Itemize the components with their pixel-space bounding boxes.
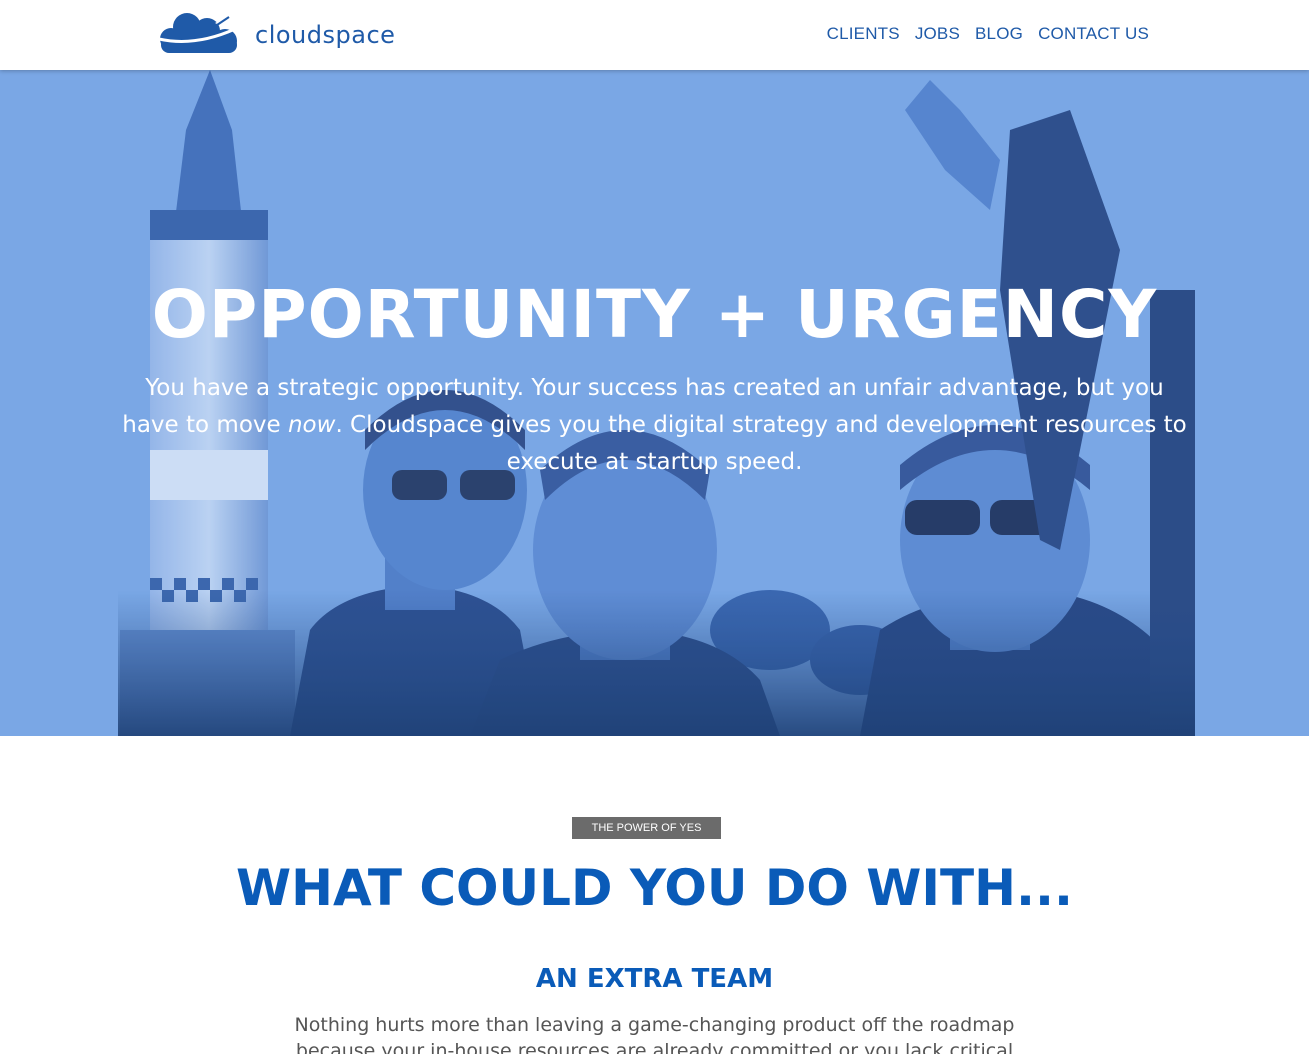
hero-text-part-2: . Cloudspace gives you the digital strat… [335, 412, 1187, 475]
cloud-rocket-logo-icon [158, 13, 237, 53]
hero-section: OPPORTUNITY + URGENCY You have a strateg… [0, 70, 1309, 736]
section-subtitle: AN EXTRA TEAM [535, 964, 774, 994]
section-title: WHAT COULD YOU DO WITH... [236, 859, 1073, 917]
brand-name: cloudspace [255, 21, 396, 49]
nav-item-clients[interactable]: CLIENTS [827, 24, 900, 44]
logo-link[interactable]: cloudspace [155, 8, 395, 58]
section-body-text: Nothing hurts more than leaving a game-c… [294, 1014, 1015, 1054]
nav-item-jobs[interactable]: JOBS [915, 24, 960, 44]
nav-item-contact-us[interactable]: CONTACT US [1038, 24, 1149, 44]
nav-item-blog[interactable]: BLOG [975, 24, 1023, 44]
site-header: cloudspace CLIENTS JOBS BLOG CONTACT US [0, 0, 1309, 70]
hero-description: You have a strategic opportunity. Your s… [115, 370, 1194, 481]
hero-text-emphasis: now [287, 412, 336, 438]
main-nav: CLIENTS JOBS BLOG CONTACT US [812, 24, 1149, 44]
section-badge: THE POWER OF YES [572, 817, 721, 839]
hero-title: OPPORTUNITY + URGENCY [151, 276, 1158, 353]
page: cloudspace CLIENTS JOBS BLOG CONTACT US [0, 0, 1309, 1054]
